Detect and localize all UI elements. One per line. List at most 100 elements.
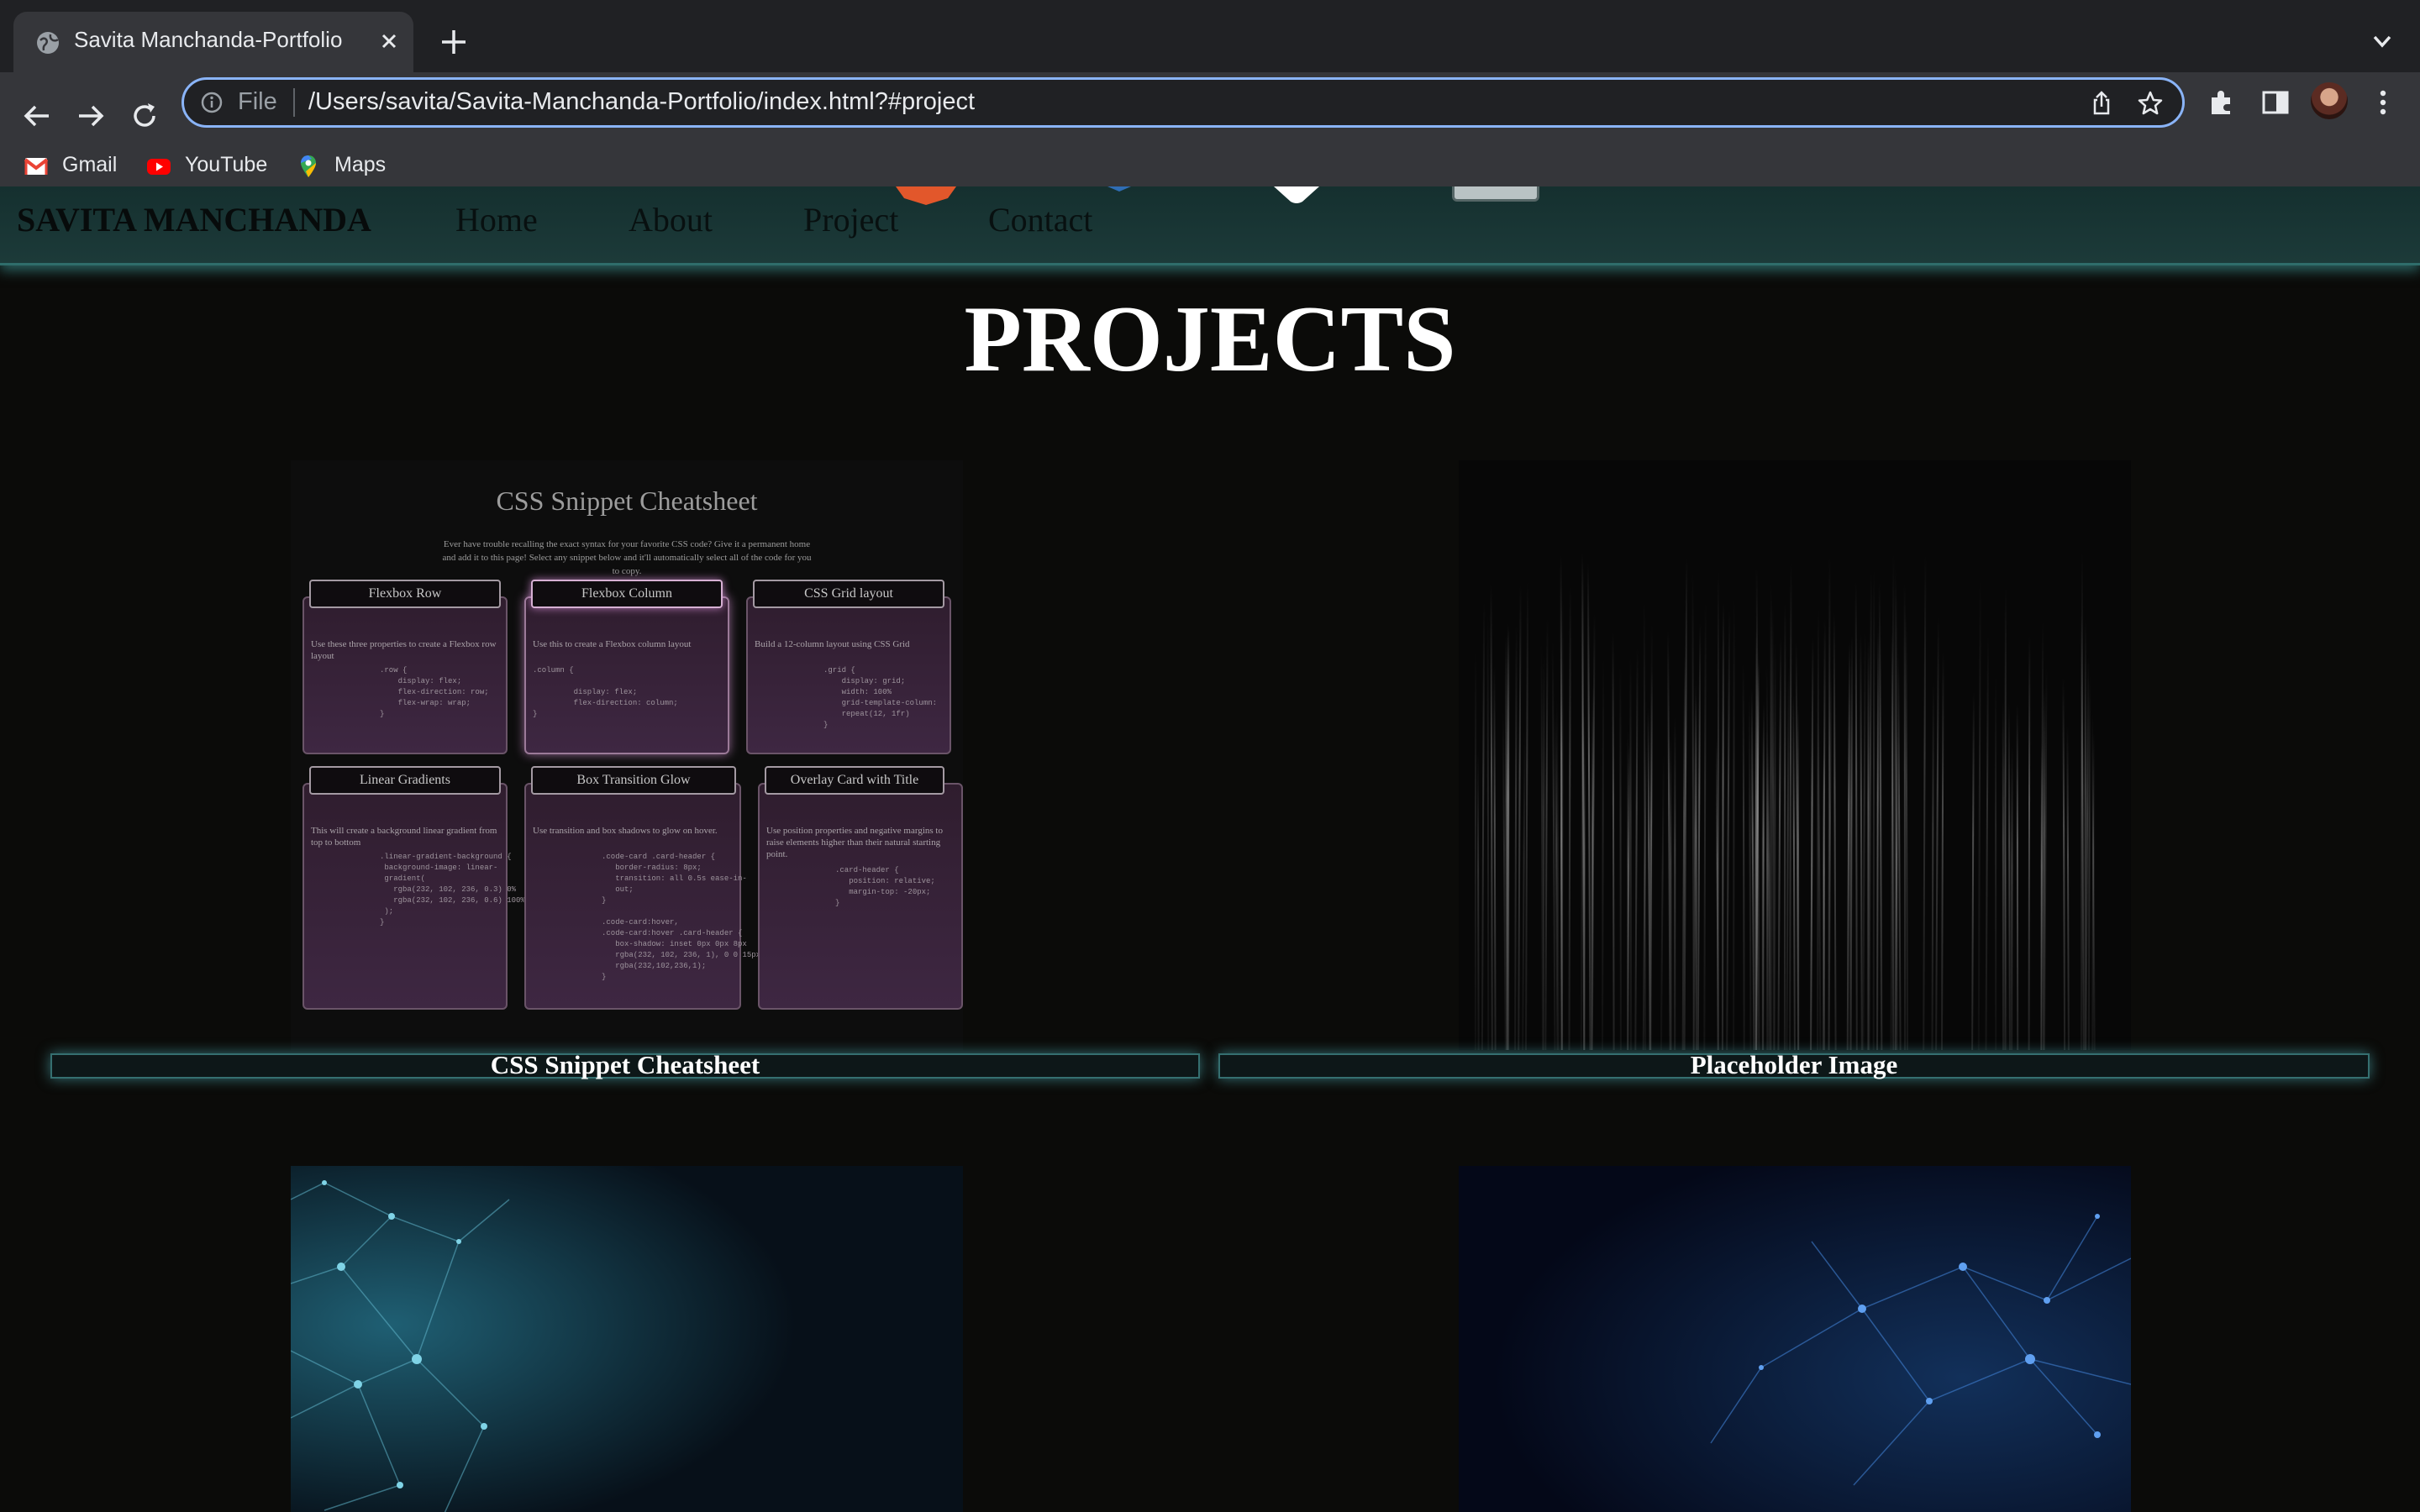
light-streak xyxy=(1691,574,1695,1050)
snippet-code: .linear-gradient-background { background… xyxy=(380,853,525,927)
light-streak xyxy=(1783,603,1786,1050)
snippet-card-header: Flexbox Column xyxy=(531,580,723,608)
snippet-card: This will create a background linear gra… xyxy=(302,783,525,1010)
light-streak xyxy=(2087,675,2091,1050)
thumbnail-intro: Ever have trouble recalling the exact sy… xyxy=(442,539,812,576)
snippet-desc: This will create a background linear gra… xyxy=(311,826,497,848)
snippet-code: .grid { display: grid; width: 100% grid-… xyxy=(823,666,938,729)
snippet-card-header: Linear Gradients xyxy=(309,766,501,795)
section-title: PROJECTS xyxy=(964,287,1456,391)
snippet-card: Build a 12-column layout using CSS Grid … xyxy=(746,596,951,754)
snippet-card: Use these three properties to create a F… xyxy=(302,596,508,754)
site-brand[interactable]: SAVITA MANCHANDA xyxy=(17,200,371,239)
snippet-desc: Use position properties and negative mar… xyxy=(766,826,943,859)
light-streak xyxy=(1619,666,1622,1050)
project-caption-bar[interactable]: Placeholder Image xyxy=(1218,1050,2370,1079)
back-icon[interactable] xyxy=(20,99,54,133)
browser-tab[interactable]: Savita Manchanda-Portfolio xyxy=(13,12,413,72)
light-streak xyxy=(1612,632,1615,1050)
light-streak xyxy=(1733,597,1735,1050)
nav-about[interactable]: About xyxy=(629,200,713,239)
nav-project[interactable]: Project xyxy=(803,200,898,239)
bookmark-gmail[interactable]: Gmail xyxy=(24,150,124,183)
project-thumbnail-cheatsheet[interactable]: CSS Snippet Cheatsheet Ever have trouble… xyxy=(291,460,963,1050)
light-streak xyxy=(1854,581,1858,1050)
browser-toolbar: File /Users/savita/Savita-Manchanda-Port… xyxy=(0,72,2420,202)
web-page: SAVITA MANCHANDA Home About Project Cont… xyxy=(0,186,2420,1512)
star-icon[interactable] xyxy=(2137,90,2164,117)
avatar[interactable] xyxy=(2311,82,2348,119)
snippet-code: .row { display: flex; flex-direction: ro… xyxy=(380,666,489,718)
logo-fragment xyxy=(1274,186,1319,203)
gmail-icon xyxy=(24,158,49,175)
extensions-icon[interactable] xyxy=(2205,86,2238,119)
project-caption-bar[interactable]: CSS Snippet Cheatsheet xyxy=(50,1050,1200,1079)
bookmark-label: YouTube xyxy=(185,153,268,176)
info-icon[interactable] xyxy=(201,92,223,113)
light-streak xyxy=(1849,635,1853,1050)
snippet-card-header: CSS Grid layout xyxy=(753,580,944,608)
project-thumbnail-network-blue[interactable] xyxy=(1459,1166,2131,1512)
bookmark-label: Gmail xyxy=(62,153,118,176)
snippet-card: Use transition and box shadows to glow o… xyxy=(524,783,760,1010)
tab-strip: Savita Manchanda-Portfolio xyxy=(0,0,2420,72)
snippet-desc: Use this to create a Flexbox column layo… xyxy=(533,639,692,649)
close-icon[interactable] xyxy=(376,29,402,54)
snippet-card-header: Box Transition Glow xyxy=(531,766,736,795)
project-caption: CSS Snippet Cheatsheet xyxy=(490,1050,760,1079)
address-bar[interactable]: File /Users/savita/Savita-Manchanda-Port… xyxy=(182,77,2185,128)
url-text[interactable]: /Users/savita/Savita-Manchanda-Portfolio… xyxy=(308,88,975,116)
bookmark-maps[interactable]: Maps xyxy=(296,150,397,183)
project-caption: Placeholder Image xyxy=(1690,1050,1898,1079)
more-menu-icon[interactable] xyxy=(2366,86,2400,119)
new-tab-icon[interactable] xyxy=(439,27,469,57)
youtube-icon xyxy=(147,159,171,175)
site-header: SAVITA MANCHANDA Home About Project Cont… xyxy=(0,186,2420,265)
reload-icon[interactable] xyxy=(128,99,161,133)
nav-contact[interactable]: Contact xyxy=(988,200,1092,239)
light-streak xyxy=(1476,749,1480,1050)
snippet-card-header: Flexbox Row xyxy=(309,580,501,608)
snippet-desc: Use these three properties to create a F… xyxy=(311,639,497,661)
chevron-down-icon[interactable] xyxy=(2370,29,2395,54)
snippet-desc: Build a 12-column layout using CSS Grid xyxy=(755,639,910,649)
side-panel-icon[interactable] xyxy=(2259,86,2292,119)
light-streak xyxy=(1789,563,1792,1050)
light-streak xyxy=(1797,706,1800,1050)
nav-home[interactable]: Home xyxy=(455,200,538,239)
share-icon[interactable] xyxy=(2088,90,2115,117)
snippet-card-header: Overlay Card with Title xyxy=(765,766,944,795)
light-streak xyxy=(1486,615,1490,1050)
light-streak xyxy=(1823,752,1826,1050)
light-streak xyxy=(1872,570,1876,1050)
snippet-card: Use position properties and negative mar… xyxy=(758,783,963,1010)
light-streak xyxy=(1506,623,1509,1050)
bookmark-youtube[interactable]: YouTube xyxy=(146,150,272,183)
snippet-desc: Use transition and box shadows to glow o… xyxy=(533,826,718,836)
thumbnail-title: CSS Snippet Cheatsheet xyxy=(496,486,758,516)
light-streak xyxy=(1773,641,1776,1050)
css-logo-fragment xyxy=(1107,186,1131,192)
project-thumbnail-placeholder[interactable] xyxy=(1459,460,2131,1050)
light-streak xyxy=(1876,627,1880,1050)
light-streak xyxy=(1490,584,1493,1050)
light-streak xyxy=(2080,553,2083,1050)
light-streak xyxy=(1583,712,1586,1050)
globe-icon xyxy=(37,32,59,54)
maps-icon xyxy=(301,155,316,177)
project-thumbnail-network[interactable] xyxy=(291,1166,963,1512)
html-logo-fragment xyxy=(896,186,956,205)
light-streak xyxy=(2007,703,2011,1050)
light-streak xyxy=(1602,659,1605,1050)
snippet-card: Use this to create a Flexbox column layo… xyxy=(524,596,729,754)
snippet-code: .column { display: flex; flex-direction:… xyxy=(533,666,678,718)
light-streak xyxy=(1493,666,1497,1050)
light-streak xyxy=(2028,636,2031,1050)
address-separator xyxy=(293,88,295,117)
forward-icon[interactable] xyxy=(74,99,108,133)
snippet-code: .code-card .card-header { border-radius:… xyxy=(602,853,761,981)
light-streak xyxy=(1629,658,1632,1050)
tab-title: Savita Manchanda-Portfolio xyxy=(74,27,343,52)
device-image-fragment xyxy=(1452,186,1539,202)
snippet-code: .card-header { position: relative; margi… xyxy=(835,866,935,907)
